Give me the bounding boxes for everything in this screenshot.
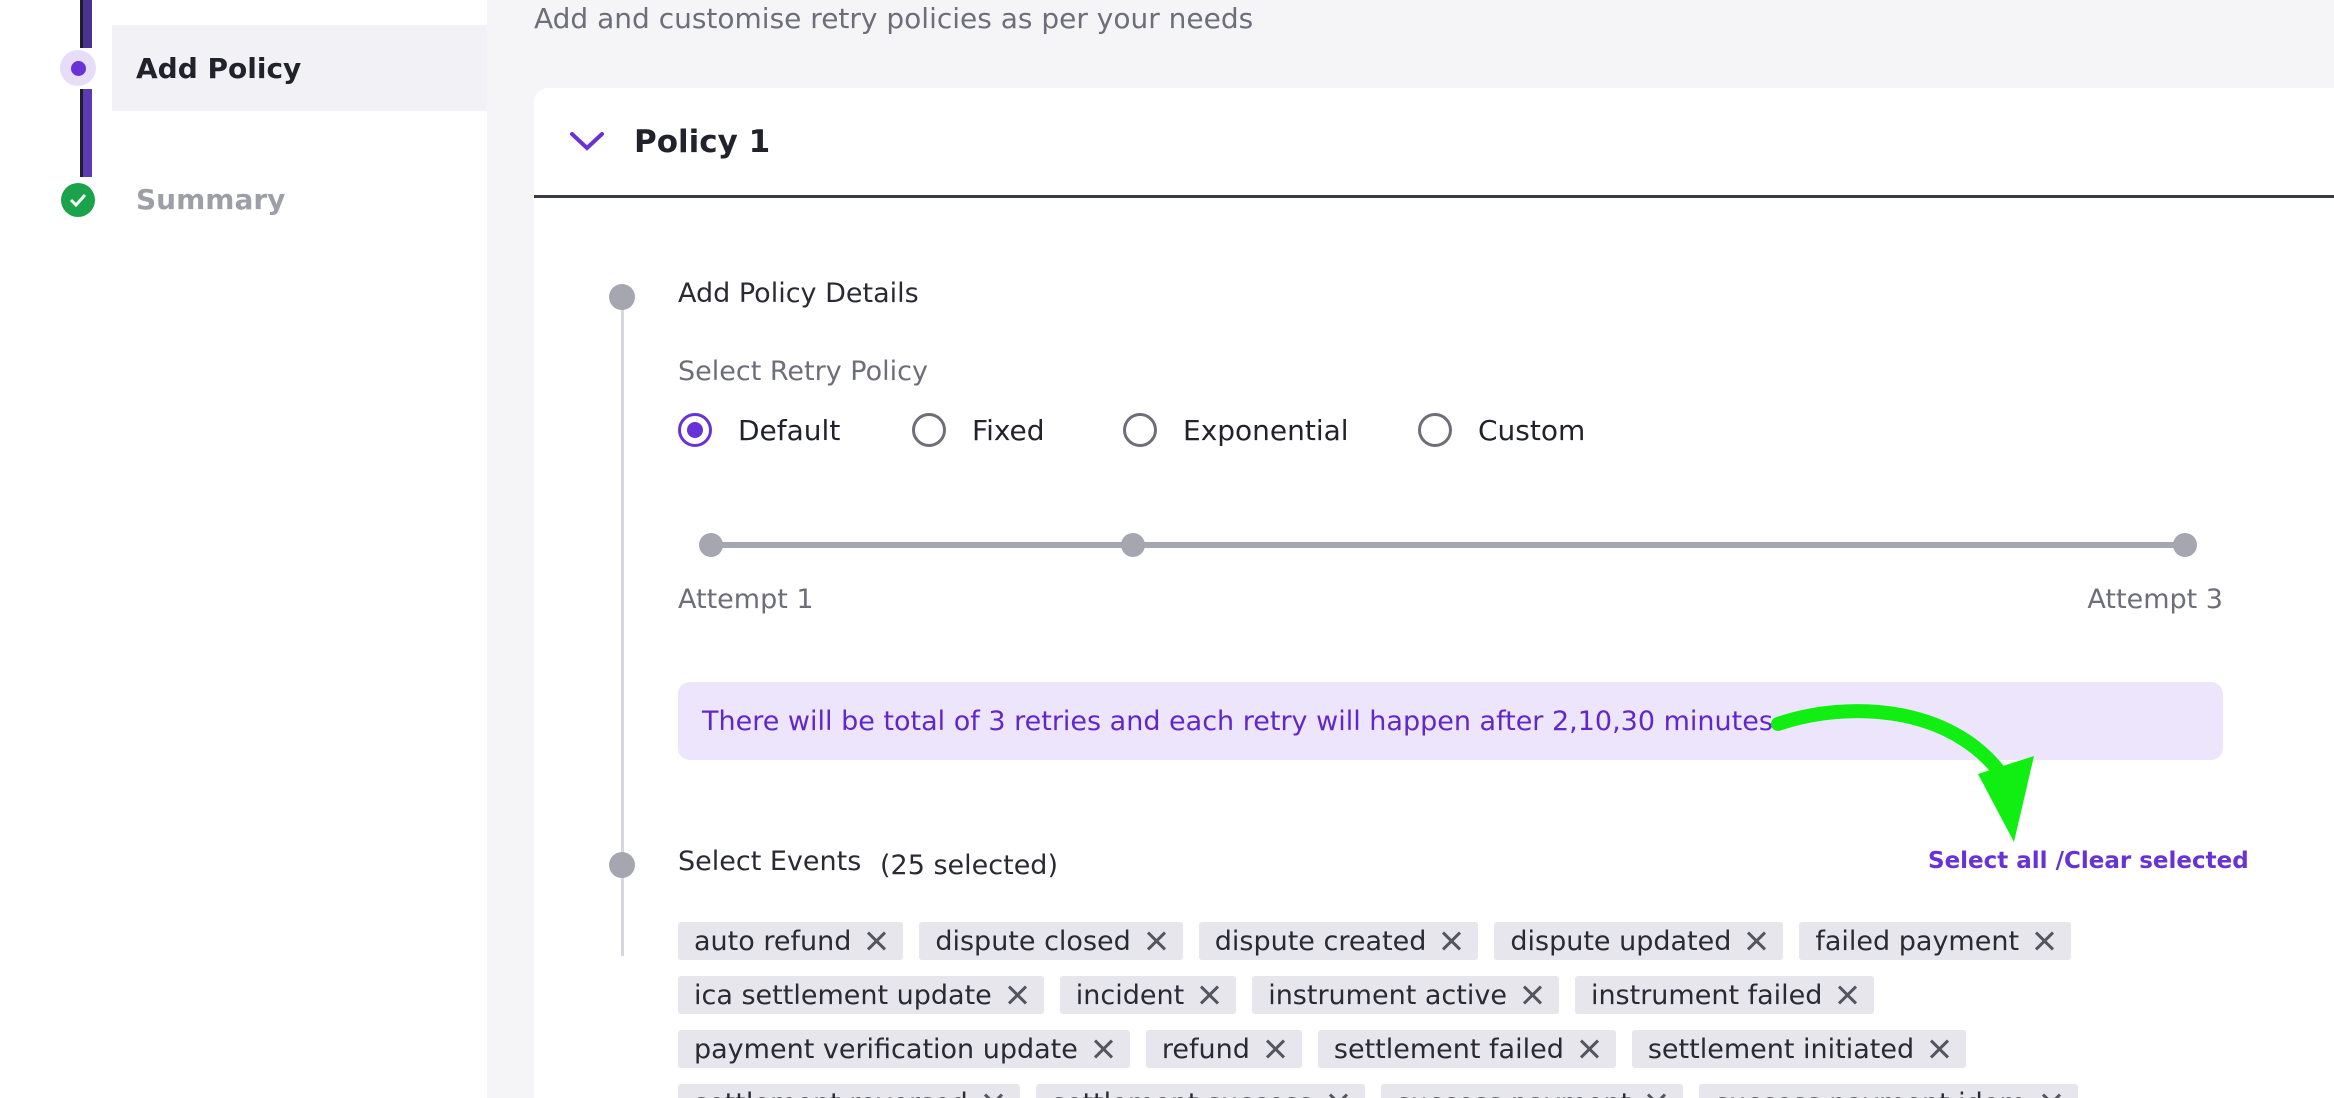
- event-chip-label: payment verification update: [694, 1033, 1078, 1065]
- timeline-dot: [609, 852, 635, 878]
- event-chip-label: success payment: [1397, 1088, 1631, 1098]
- close-icon[interactable]: [982, 1092, 1004, 1098]
- event-chip-label: settlement success: [1052, 1088, 1313, 1098]
- policy-header[interactable]: Policy 1: [534, 88, 2334, 198]
- event-chip: auto refund: [678, 922, 904, 960]
- policy-panel: Policy 1 Add Policy Details Select Retry…: [534, 88, 2334, 1098]
- event-chip: settlement reversed: [678, 1084, 1020, 1098]
- close-icon[interactable]: [1006, 984, 1028, 1006]
- close-icon[interactable]: [865, 930, 887, 952]
- radio-label: Exponential: [1183, 413, 1349, 447]
- close-icon[interactable]: [2040, 1092, 2062, 1098]
- retry-policy-label: Select Retry Policy: [678, 356, 928, 387]
- event-chip-label: incident: [1075, 979, 1185, 1011]
- step-active-indicator: [60, 50, 96, 86]
- close-icon[interactable]: [1745, 930, 1767, 952]
- step-label: Summary: [136, 182, 286, 216]
- step-add-policy[interactable]: Add Policy: [112, 25, 487, 111]
- close-icon[interactable]: [2033, 930, 2055, 952]
- check-icon: [61, 183, 95, 217]
- event-chip: failed payment: [1799, 922, 2072, 960]
- event-chip: settlement failed: [1317, 1030, 1616, 1068]
- radio-unselected-icon[interactable]: [912, 413, 946, 447]
- event-chip-label: settlement reversed: [694, 1088, 968, 1098]
- close-icon[interactable]: [1198, 984, 1220, 1006]
- event-chip: dispute closed: [919, 922, 1183, 960]
- radio-selected-icon[interactable]: [678, 413, 712, 447]
- event-chip: dispute updated: [1494, 922, 1784, 960]
- attempts-slider-track: [711, 542, 2186, 548]
- stepper-connector: [80, 89, 92, 177]
- event-chip-label: ica settlement update: [694, 979, 992, 1011]
- stepper-connector: [80, 0, 92, 48]
- event-chip: settlement initiated: [1631, 1030, 1967, 1068]
- attempt-end-label: Attempt 3: [2087, 584, 2223, 615]
- radio-exponential[interactable]: Exponential: [1123, 410, 1349, 450]
- event-chip: dispute created: [1198, 922, 1479, 960]
- event-chip-label: success payment idem: [1715, 1088, 2026, 1098]
- radio-label: Custom: [1478, 413, 1586, 447]
- radio-label: Fixed: [972, 413, 1045, 447]
- event-chip: success payment: [1380, 1084, 1684, 1098]
- event-chip-label: dispute closed: [935, 925, 1131, 957]
- radio-unselected-icon[interactable]: [1418, 413, 1452, 447]
- close-icon[interactable]: [1264, 1038, 1286, 1060]
- event-chip-label: instrument failed: [1590, 979, 1823, 1011]
- radio-unselected-icon[interactable]: [1123, 413, 1157, 447]
- event-chip: instrument active: [1252, 976, 1559, 1014]
- close-icon[interactable]: [1928, 1038, 1950, 1060]
- page-subtitle: Add and customise retry policies as per …: [534, 2, 1254, 35]
- close-icon[interactable]: [1578, 1038, 1600, 1060]
- timeline-dot: [609, 284, 635, 310]
- policy-details-title: Add Policy Details: [678, 278, 919, 309]
- radio-label: Default: [738, 413, 841, 447]
- attempt-marker: [699, 533, 723, 557]
- radio-default[interactable]: Default: [678, 410, 840, 450]
- event-chip-label: auto refund: [694, 925, 852, 957]
- event-chip: instrument failed: [1574, 976, 1875, 1014]
- event-chip: payment verification update: [678, 1030, 1130, 1068]
- close-icon[interactable]: [1645, 1092, 1667, 1098]
- attempt-marker: [1121, 533, 1145, 557]
- radio-custom[interactable]: Custom: [1418, 410, 1585, 450]
- close-icon[interactable]: [1327, 1092, 1349, 1098]
- event-chip-label: dispute updated: [1510, 925, 1732, 957]
- select-all-clear-link[interactable]: Select all /Clear selected: [1928, 848, 2249, 874]
- event-chip: refund: [1145, 1030, 1302, 1068]
- event-chip-label: settlement initiated: [1647, 1033, 1915, 1065]
- event-chip: incident: [1059, 976, 1237, 1014]
- event-chip-label: failed payment: [1815, 925, 2020, 957]
- event-chip-label: settlement failed: [1333, 1033, 1564, 1065]
- event-chips: auto refund dispute closed dispute created…: [678, 922, 2238, 1098]
- chevron-down-icon[interactable]: [566, 126, 608, 156]
- select-events-title: Select Events: [678, 846, 862, 877]
- retry-info-text: There will be total of 3 retries and eac…: [702, 705, 1773, 737]
- step-summary[interactable]: Summary: [112, 156, 487, 242]
- events-selected-count: (25 selected): [880, 850, 1058, 881]
- close-icon[interactable]: [1521, 984, 1543, 1006]
- event-chip-label: refund: [1161, 1033, 1250, 1065]
- close-icon[interactable]: [1145, 930, 1167, 952]
- close-icon[interactable]: [1440, 930, 1462, 952]
- event-chip-label: instrument active: [1268, 979, 1507, 1011]
- event-chip: ica settlement update: [678, 976, 1044, 1014]
- close-icon[interactable]: [1836, 984, 1858, 1006]
- event-chip-label: dispute created: [1214, 925, 1427, 957]
- event-chip: settlement success: [1035, 1084, 1365, 1098]
- stepper-sidebar: Add Policy Summary: [0, 0, 487, 1098]
- attempt-marker: [2173, 533, 2197, 557]
- event-chip: success payment idem: [1699, 1084, 2078, 1098]
- attempt-start-label: Attempt 1: [678, 584, 814, 615]
- policy-title: Policy 1: [634, 124, 771, 160]
- close-icon[interactable]: [1092, 1038, 1114, 1060]
- radio-fixed[interactable]: Fixed: [912, 410, 1045, 450]
- annotation-arrow-icon: [1771, 704, 2034, 842]
- step-label: Add Policy: [136, 51, 302, 85]
